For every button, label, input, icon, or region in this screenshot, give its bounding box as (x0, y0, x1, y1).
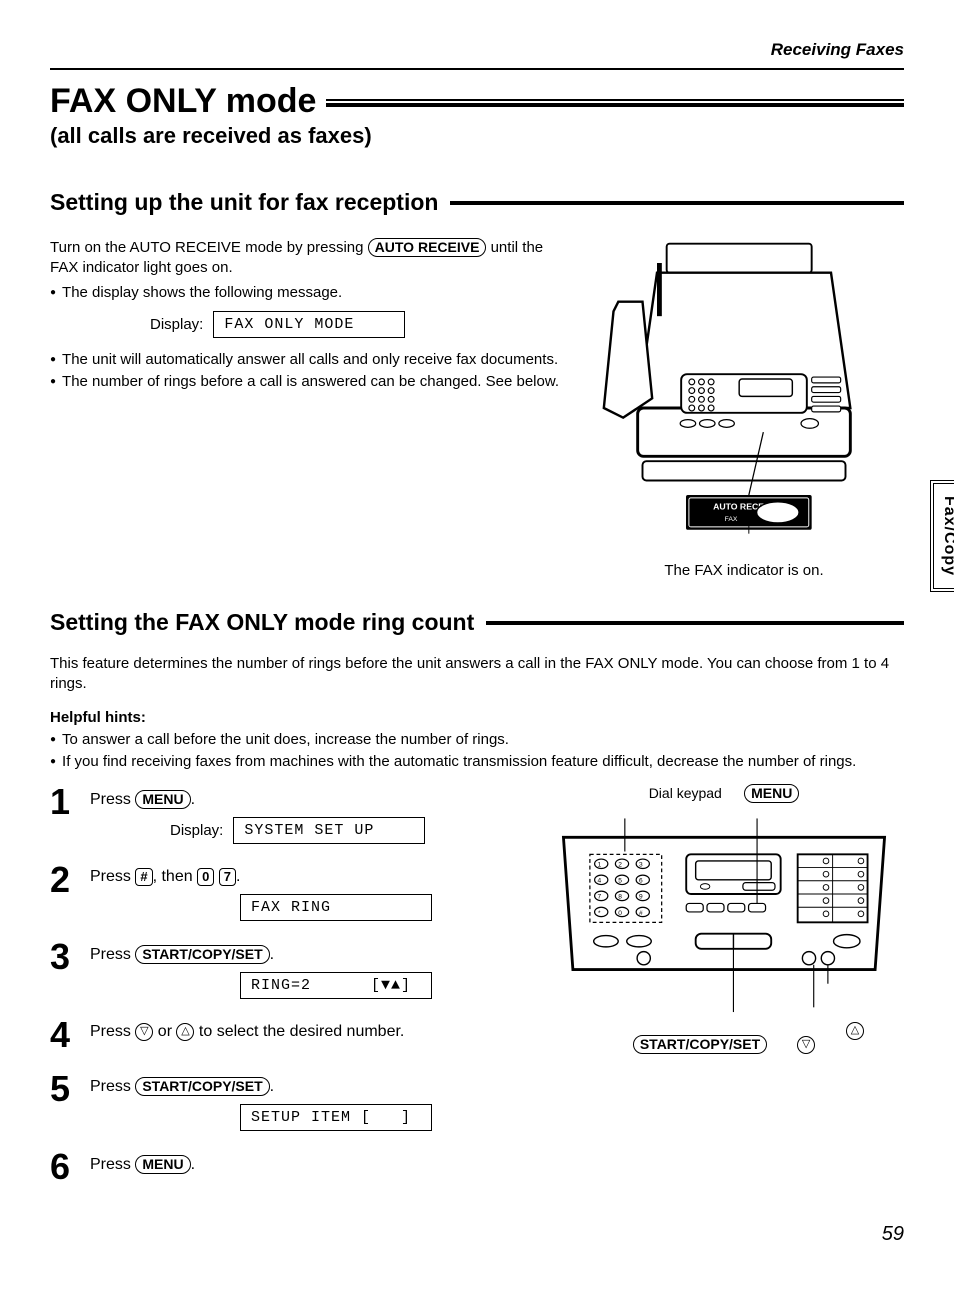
step-1: 1 Press MENU. Display: SYSTEM SET UP (50, 784, 524, 844)
step-6: 6 Press MENU. (50, 1149, 524, 1185)
arrow-down-key: ▽ (135, 1023, 153, 1041)
side-tab-fax-copy: Fax/Copy (930, 480, 954, 592)
lcd-fax-ring: FAX RING (240, 894, 432, 921)
arrow-up-key: △ (176, 1023, 194, 1041)
fax-machine-icon: AUTO RECEIVE FAX (599, 234, 889, 553)
control-panel-illustration: Dial keypad MENU 1 2 3 4 5 6 7 8 9 * 0 # (544, 784, 904, 1203)
hint1: To answer a call before the unit does, i… (50, 730, 904, 750)
svg-text:FAX: FAX (725, 516, 738, 523)
bullet-display-msg: The display shows the following message. (50, 283, 564, 303)
step-5: 5 Press START/COPY/SET. SETUP ITEM [ ] (50, 1071, 524, 1131)
start-copy-set-key: START/COPY/SET (135, 1077, 269, 1096)
running-head: Receiving Faxes (50, 40, 904, 60)
section2-intro: This feature determines the number of ri… (50, 654, 904, 695)
hint2: If you find receiving faxes from machine… (50, 752, 904, 772)
menu-key: MENU (135, 1155, 190, 1174)
step-4: 4 Press ▽ or △ to select the desired num… (50, 1017, 524, 1053)
svg-text:#: # (639, 910, 643, 917)
page-title: FAX ONLY mode (50, 82, 316, 121)
section1-head-row: Setting up the unit for fax reception (50, 189, 904, 216)
display-label: Display: (150, 316, 203, 333)
control-panel-icon: 1 2 3 4 5 6 7 8 9 * 0 # (554, 809, 894, 1026)
svg-text:9: 9 (639, 894, 643, 901)
intro-text: Turn on the AUTO RECEIVE mode by pressin… (50, 239, 363, 256)
step-num: 1 (50, 784, 76, 820)
section1-text: Turn on the AUTO RECEIVE mode by pressin… (50, 234, 564, 579)
title-row: FAX ONLY mode (50, 82, 904, 121)
menu-label: MENU (744, 784, 799, 803)
step-text: to select the desired number. (194, 1023, 404, 1040)
svg-text:*: * (598, 910, 601, 917)
dial-keypad-label: Dial keypad (649, 785, 722, 801)
display-label: Display: (170, 822, 223, 839)
step-text: Press (90, 1156, 135, 1173)
arrow-up-icon: △ (846, 1022, 864, 1040)
svg-text:6: 6 (639, 878, 643, 885)
start-copy-set-key: START/COPY/SET (135, 945, 269, 964)
section1-heading: Setting up the unit for fax reception (50, 189, 438, 216)
intro-line1: Turn on the AUTO RECEIVE mode by pressin… (50, 238, 564, 279)
step-3: 3 Press START/COPY/SET. RING=2 [▼▲] (50, 939, 524, 999)
steps-column: 1 Press MENU. Display: SYSTEM SET UP 2 P… (50, 784, 524, 1203)
step-text: Press (90, 1078, 135, 1095)
menu-key: MENU (135, 790, 190, 809)
step-text: Press (90, 868, 135, 885)
step-text: , then (153, 868, 197, 885)
step-text: . (270, 1078, 274, 1095)
step-text: . (236, 868, 240, 885)
top-rule (50, 68, 904, 70)
step-text: or (153, 1023, 176, 1040)
svg-text:5: 5 (618, 878, 622, 885)
svg-text:1: 1 (597, 862, 601, 869)
step-text: Press (90, 946, 135, 963)
lcd-setup-item: SETUP ITEM [ ] (240, 1104, 432, 1131)
hash-key: # (135, 868, 152, 886)
hints-heading: Helpful hints: (50, 709, 904, 726)
svg-text:7: 7 (597, 894, 601, 901)
svg-text:0: 0 (618, 910, 622, 917)
auto-receive-key: AUTO RECEIVE (368, 238, 487, 257)
lcd-ring-2: RING=2 [▼▲] (240, 972, 432, 999)
zero-key: 0 (197, 868, 214, 886)
fax-indicator-caption: The FAX indicator is on. (584, 562, 904, 579)
page-subtitle: (all calls are received as faxes) (50, 123, 904, 149)
step-text: . (191, 791, 195, 808)
bullet-auto-answer: The unit will automatically answer all c… (50, 350, 564, 370)
step-num: 6 (50, 1149, 76, 1185)
step-text: . (270, 946, 274, 963)
lcd-fax-only-mode: FAX ONLY MODE (213, 311, 405, 338)
section2-head-row: Setting the FAX ONLY mode ring count (50, 609, 904, 636)
bullet-ring-change: The number of rings before a call is ans… (50, 372, 564, 392)
step-2: 2 Press #, then 0 7. FAX RING (50, 862, 524, 921)
section1-rule (450, 201, 904, 205)
fax-machine-illustration: AUTO RECEIVE FAX The FAX indicator is on… (584, 234, 904, 579)
svg-text:2: 2 (618, 862, 622, 869)
svg-text:4: 4 (597, 878, 601, 885)
step-text: Press (90, 791, 135, 808)
step-num: 2 (50, 862, 76, 898)
svg-text:3: 3 (639, 862, 643, 869)
section2-rule (486, 621, 904, 625)
arrow-down-icon: ▽ (797, 1036, 815, 1054)
start-copy-set-label: START/COPY/SET (633, 1035, 767, 1054)
lcd-system-setup: SYSTEM SET UP (233, 817, 425, 844)
step-text: . (191, 1156, 195, 1173)
page-number: 59 (50, 1223, 904, 1246)
svg-text:8: 8 (618, 894, 622, 901)
step-text: Press (90, 1023, 135, 1040)
step-num: 5 (50, 1071, 76, 1107)
seven-key: 7 (219, 868, 236, 886)
step-num: 3 (50, 939, 76, 975)
section2-heading: Setting the FAX ONLY mode ring count (50, 609, 474, 636)
title-rule (326, 99, 904, 105)
step-num: 4 (50, 1017, 76, 1053)
